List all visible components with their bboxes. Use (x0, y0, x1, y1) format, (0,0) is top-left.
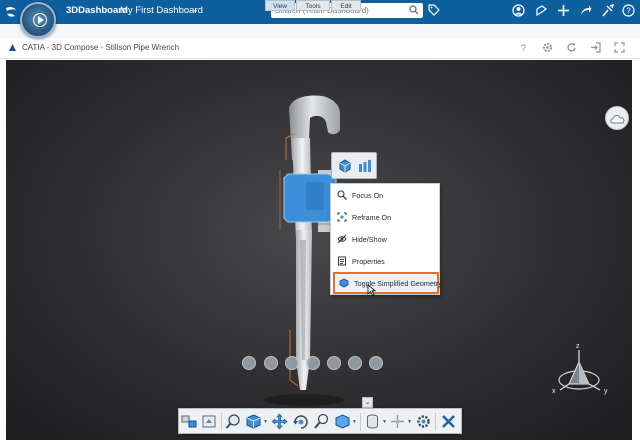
hide-show-icon (337, 234, 347, 244)
robot-bubble[interactable] (327, 356, 341, 370)
share-icon[interactable] (535, 4, 548, 17)
plus-icon[interactable] (557, 4, 570, 17)
menu-item-toggle-simplified-geometry[interactable]: Toggle Simplified Geometry (333, 272, 442, 294)
properties-icon (338, 256, 346, 266)
robot-bubble[interactable] (348, 356, 362, 370)
robot-bubble[interactable] (242, 356, 256, 370)
export-icon[interactable] (590, 42, 601, 53)
robot-bubble[interactable] (285, 356, 299, 370)
maximize-icon[interactable] (614, 42, 625, 53)
help-icon[interactable]: ? (518, 42, 529, 54)
svg-text:?: ? (521, 44, 527, 54)
chevron-down-icon[interactable]: ⌄ (362, 397, 373, 408)
display-mode-icon[interactable] (357, 158, 373, 174)
gear-icon[interactable] (542, 42, 553, 53)
section-cylinder-icon[interactable] (364, 413, 381, 430)
explode-icon[interactable] (389, 413, 406, 430)
menu-item-reframe-on[interactable]: Reframe On (331, 206, 441, 228)
tools-icon[interactable] (601, 4, 614, 17)
robot-bubble[interactable] (306, 356, 320, 370)
cloud-status-button[interactable] (605, 106, 629, 130)
home-view-icon[interactable] (201, 413, 218, 430)
robot-bubble[interactable] (264, 356, 278, 370)
refresh-icon[interactable] (566, 42, 577, 53)
chevron-down-icon[interactable]: ⌄ (192, 5, 199, 14)
cube-view-icon[interactable] (245, 413, 262, 430)
widget-header: CATIA - 3D Compose - Stillson Pipe Wrenc… (0, 38, 640, 59)
rotate-icon[interactable] (292, 413, 309, 430)
menu-item-properties[interactable]: Properties (331, 250, 441, 272)
play-icon (33, 13, 47, 27)
simplified-geometry-icon (339, 278, 349, 288)
selection-mini-toolbar (331, 152, 377, 179)
settings-gear-icon[interactable] (415, 413, 432, 430)
mouse-cursor-icon (367, 284, 376, 296)
product-structure-icon[interactable] (181, 413, 198, 430)
cube-select-icon[interactable] (337, 158, 353, 174)
close-icon[interactable] (440, 413, 457, 430)
dashboard-tab-bar (0, 24, 640, 38)
render-style-icon[interactable] (334, 413, 351, 430)
menu-item-hide-show[interactable]: Hide/Show (331, 228, 441, 250)
axis-label-x: x (552, 388, 556, 395)
tab-edit[interactable]: Edit (331, 0, 361, 11)
chevron-down-icon[interactable]: ▼ (263, 419, 268, 425)
app-title: 3DDashboard (66, 5, 128, 16)
focus-icon (337, 190, 347, 200)
chevron-down-icon[interactable]: ▼ (352, 419, 357, 425)
3d-compass-button[interactable] (20, 2, 56, 38)
cloud-icon (610, 115, 625, 124)
separator (221, 413, 222, 431)
chevron-down-icon[interactable]: ▼ (407, 419, 412, 425)
catia-app-icon (9, 44, 16, 51)
axis-label-z: z (576, 343, 580, 350)
3ds-logo-icon[interactable] (4, 5, 18, 19)
zoom-area-icon[interactable] (313, 413, 330, 430)
reframe-icon (337, 212, 347, 222)
axis-label-y: y (604, 388, 608, 395)
dashboard-name[interactable]: My First Dashboard (120, 5, 203, 16)
separator (360, 413, 361, 431)
user-icon[interactable] (512, 4, 525, 17)
robot-bubble[interactable] (369, 356, 383, 370)
tab-tools[interactable]: Tools (296, 0, 330, 11)
tab-view[interactable]: View (265, 0, 295, 11)
pan-icon[interactable] (271, 413, 288, 430)
pipe-wrench-model[interactable] (6, 60, 632, 440)
tag-icon[interactable] (428, 4, 440, 16)
3d-viewport[interactable] (6, 60, 632, 440)
widget-title: CATIA - 3D Compose - Stillson Pipe Wrenc… (22, 43, 180, 52)
menu-item-focus-on[interactable]: Focus On (331, 184, 441, 206)
svg-text:?: ? (626, 7, 631, 16)
separator (435, 413, 436, 431)
action-bar: ▼ ▼ ▼ ▼ (178, 408, 462, 434)
share-arrow-icon[interactable] (579, 4, 592, 17)
chevron-down-icon[interactable]: ▼ (382, 419, 387, 425)
context-menu: Focus On Reframe On Hide/Show Properties… (330, 183, 442, 295)
help-icon[interactable]: ? (622, 4, 635, 17)
search-icon[interactable] (409, 5, 419, 15)
zoom-icon[interactable] (225, 413, 242, 430)
